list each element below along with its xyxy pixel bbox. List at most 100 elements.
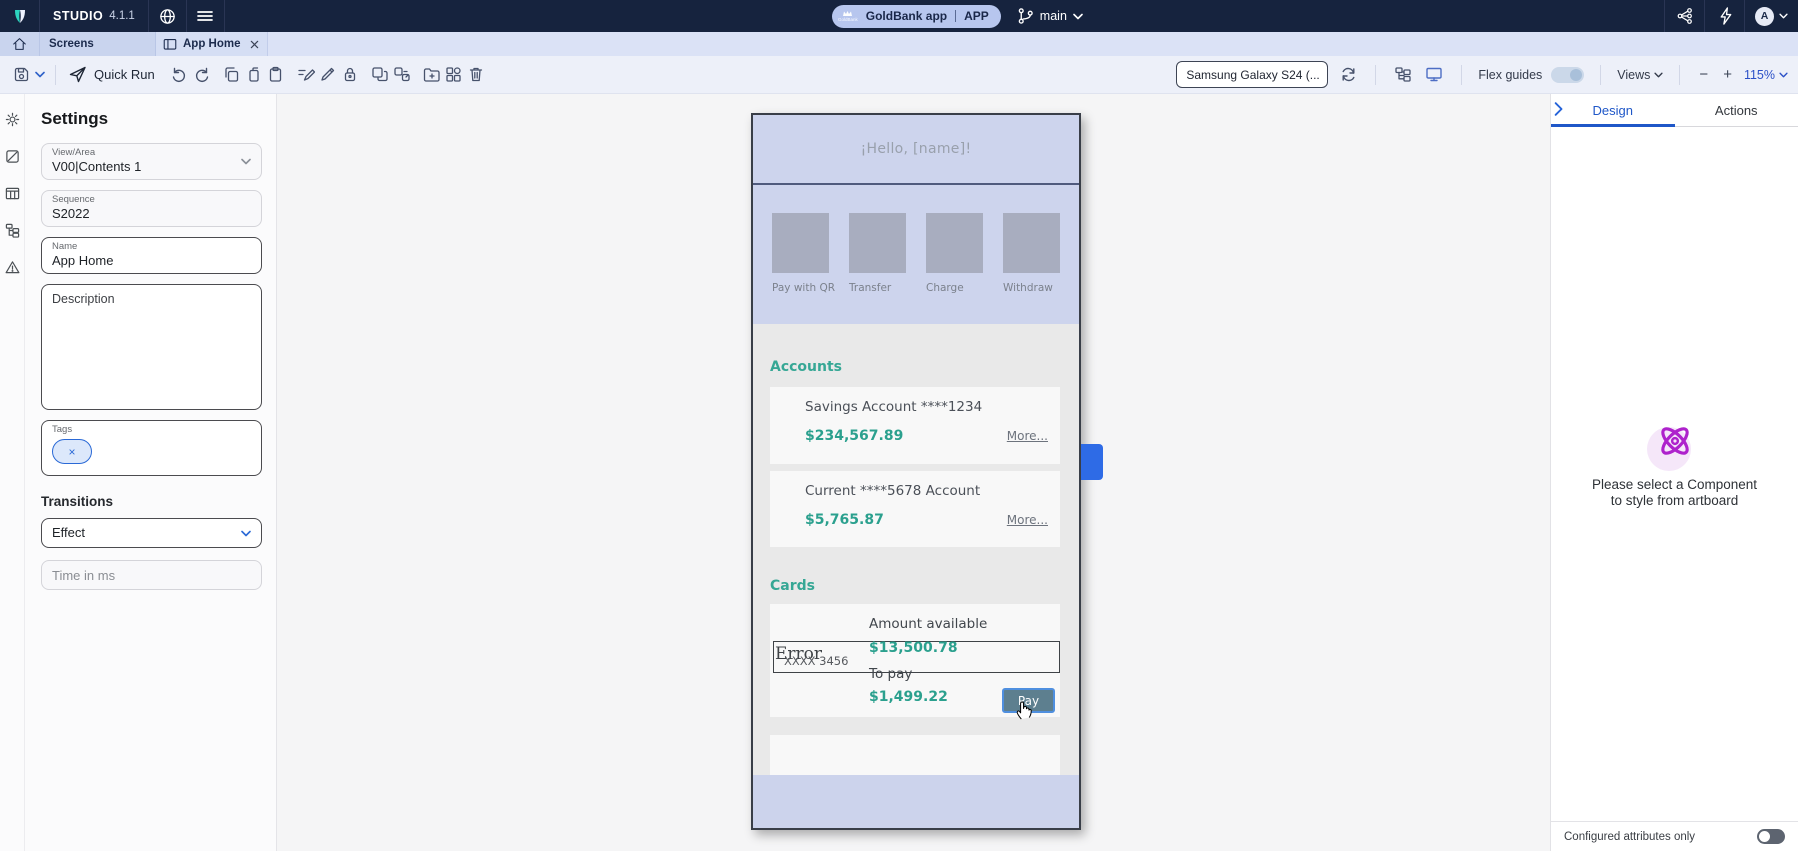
rail-warnings-button[interactable] [5, 260, 20, 275]
divider [55, 65, 56, 85]
quick-run-button[interactable]: Quick Run [69, 66, 155, 83]
tab-app-home-label: App Home [183, 38, 241, 50]
divider [1679, 65, 1680, 85]
zoom-level-value: 115% [1744, 68, 1775, 82]
copy-button[interactable] [221, 62, 243, 88]
view-area-value: V00|Contents 1 [52, 159, 141, 175]
branch-selector[interactable]: main [1017, 7, 1083, 25]
delete-button[interactable] [465, 62, 487, 88]
artboard-header[interactable]: ¡Hello, [name]! [753, 115, 1079, 185]
artboard-footer[interactable] [753, 775, 1079, 828]
artboard[interactable]: ¡Hello, [name]! Pay with QR Transfer Cha… [751, 113, 1081, 830]
close-icon[interactable] [250, 40, 259, 49]
zoom-in-button[interactable]: + [1720, 66, 1735, 83]
more-link[interactable]: More... [1007, 429, 1048, 443]
home-tab[interactable] [0, 32, 40, 56]
cards-heading: Cards [770, 578, 1060, 594]
save-options-button[interactable] [32, 62, 48, 88]
project-type: APP [964, 9, 989, 23]
rail-table-button[interactable] [5, 186, 20, 201]
rename-button[interactable] [295, 62, 317, 88]
effect-value: Effect [52, 525, 85, 541]
tag-close-x: × [68, 445, 75, 459]
time-input[interactable] [52, 568, 251, 583]
flex-guides-toggle[interactable] [1551, 67, 1584, 83]
action-tile-pay-with-qr[interactable]: Pay with QR [772, 213, 829, 325]
undo-button[interactable] [169, 62, 191, 88]
main-menu-button[interactable] [187, 0, 225, 32]
atom-icon [1655, 421, 1695, 461]
more-link[interactable]: More... [1007, 513, 1048, 527]
toolbar: Quick Run [0, 56, 1798, 94]
refresh-button[interactable] [1337, 62, 1359, 88]
app-logo[interactable] [0, 0, 40, 32]
account-card[interactable]: Current ****5678 Account $5,765.87 More.… [770, 471, 1060, 547]
divider [1461, 65, 1462, 85]
description-field[interactable]: Description [41, 284, 262, 410]
settings-body: View/Area V00|Contents 1 Sequence S2022 … [25, 129, 276, 600]
account-card[interactable]: Savings Account ****1234 $234,567.89 Mor… [770, 387, 1060, 464]
view-area-dropdown[interactable]: View/Area V00|Contents 1 [41, 143, 262, 180]
canvas[interactable]: ¡Hello, [name]! Pay with QR Transfer Cha… [277, 94, 1550, 851]
action-tile-transfer[interactable]: Transfer [849, 213, 906, 325]
integrations-button[interactable] [1664, 0, 1704, 32]
credit-card-item[interactable]: Error XXXX 3456 Amount available $13,500… [770, 604, 1060, 717]
effect-dropdown[interactable]: Effect [41, 518, 262, 548]
greeting-text: ¡Hello, [name]! [861, 141, 972, 157]
views-dropdown[interactable]: Views [1617, 68, 1663, 82]
layout-tree-button[interactable] [1392, 62, 1414, 88]
tags-field[interactable]: Tags × [41, 420, 262, 476]
cut-button[interactable] [243, 62, 265, 88]
artboard-selection-handle[interactable] [1081, 444, 1103, 480]
lock-button[interactable] [339, 62, 361, 88]
rail-none-button[interactable] [5, 149, 20, 164]
lightning-icon [1717, 7, 1733, 25]
project-selector[interactable]: GoldBank GoldBank app APP [832, 5, 1001, 28]
tag-chip-remove[interactable]: × [52, 439, 92, 464]
tab-design[interactable]: Design [1551, 94, 1675, 126]
rail-tree-button[interactable] [5, 223, 20, 238]
right-panel-footer: Configured attributes only [1551, 821, 1798, 851]
tab-screens[interactable]: Screens [40, 32, 156, 56]
chevron-down-icon [241, 158, 251, 165]
rail-settings-button[interactable] [5, 112, 20, 127]
preview-button[interactable] [1423, 62, 1445, 88]
zoom-level-dropdown[interactable]: 115% [1744, 68, 1788, 82]
draw-button[interactable] [317, 62, 339, 88]
empty-list-item[interactable] [770, 735, 1060, 775]
group-button[interactable] [369, 62, 391, 88]
tab-actions[interactable]: Actions [1675, 94, 1798, 126]
paste-button[interactable] [265, 62, 287, 88]
pay-button[interactable]: Pay [1002, 688, 1055, 713]
git-branch-icon [1017, 7, 1034, 25]
chevron-down-icon [1779, 13, 1788, 19]
account-menu[interactable]: A [1744, 0, 1798, 32]
action-tile-charge[interactable]: Charge [926, 213, 983, 325]
name-field[interactable]: Name App Home [41, 237, 262, 274]
boost-button[interactable] [1704, 0, 1744, 32]
time-field[interactable] [41, 560, 262, 590]
components-button[interactable] [443, 62, 465, 88]
globe-button[interactable] [149, 0, 187, 32]
save-button[interactable] [10, 62, 32, 88]
flex-guides-label: Flex guides [1478, 68, 1542, 82]
quick-actions-row: Pay with QR Transfer Charge Withdraw [753, 185, 1079, 325]
to-pay-label: To pay [869, 666, 912, 682]
screen-window-icon [163, 38, 177, 51]
toolbar-right: Samsung Galaxy S24 (... Flex guides View… [1176, 61, 1788, 88]
zoom-out-button[interactable]: − [1696, 66, 1711, 83]
device-selector[interactable]: Samsung Galaxy S24 (... [1176, 61, 1328, 88]
save-icon [13, 66, 30, 83]
topbar: STUDIO 4.1.1 GoldBank GoldBank app APP m [0, 0, 1798, 32]
refresh-icon [1340, 66, 1357, 83]
home-icon [12, 37, 27, 51]
description-label: Description [52, 293, 251, 305]
tab-app-home[interactable]: App Home [156, 32, 268, 56]
ungroup-button[interactable] [391, 62, 413, 88]
add-folder-button[interactable] [421, 62, 443, 88]
configured-attributes-toggle[interactable] [1757, 829, 1785, 844]
action-tile-withdraw[interactable]: Withdraw [1003, 213, 1060, 325]
redo-button[interactable] [191, 62, 213, 88]
right-panel-tabs: Design Actions [1551, 94, 1798, 127]
sequence-field[interactable]: Sequence S2022 [41, 190, 262, 227]
